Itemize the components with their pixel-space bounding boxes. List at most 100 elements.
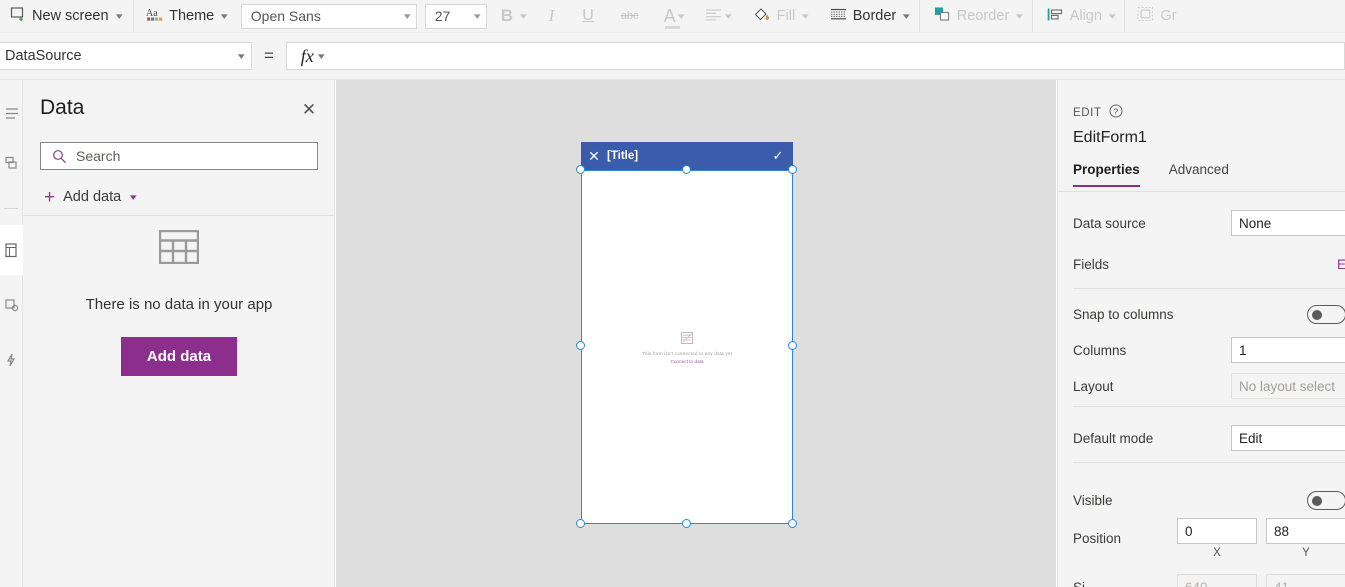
form-body[interactable]: This form isn't connected to any data ye…	[581, 170, 793, 524]
border-button[interactable]: Border ▾	[816, 0, 917, 33]
rail-item-flows[interactable]	[0, 335, 23, 385]
layout-label: Layout	[1073, 379, 1231, 394]
fill-button[interactable]: Fill ▾	[743, 0, 816, 33]
underline-button[interactable]: U	[568, 0, 608, 33]
strikethrough-icon: abc	[621, 10, 639, 22]
visible-label: Visible	[1073, 493, 1307, 508]
rail-item-media[interactable]	[0, 280, 23, 330]
size-height-input[interactable]: 41	[1266, 574, 1345, 587]
rail-item-data[interactable]	[0, 225, 23, 275]
resize-handle-bottom-center[interactable]	[682, 519, 691, 528]
data-panel: Data ✕ Search + Add data ▾ There is no d…	[23, 80, 335, 587]
text-align-button[interactable]: ▾	[693, 0, 743, 33]
form-title: [Title]	[607, 150, 763, 162]
form-placeholder-icon	[680, 331, 694, 348]
resize-handle-top-right[interactable]	[788, 165, 797, 174]
chevron-down-icon: ▾	[1109, 11, 1116, 22]
plus-icon: +	[44, 188, 55, 207]
toolbar-divider	[1124, 0, 1125, 33]
row-columns: Columns 1	[1073, 332, 1345, 368]
resize-handle-top-center[interactable]	[682, 165, 691, 174]
empty-message: There is no data in your app	[23, 296, 335, 313]
font-size-select[interactable]: 27 ▾	[425, 4, 487, 29]
app-canvas[interactable]: ✕ [Title] ✓ This form isn't connected to…	[336, 80, 1056, 587]
resize-handle-bottom-right[interactable]	[788, 519, 797, 528]
data-panel-divider	[23, 215, 335, 216]
bold-icon: B	[501, 6, 513, 26]
properties-tabs: Properties Advanced	[1073, 162, 1229, 187]
visible-toggle[interactable]	[1307, 491, 1345, 510]
main-toolbar: New screen ▾ Aa Theme ▾ Open Sans ▾ 27	[0, 0, 1345, 33]
italic-button[interactable]: I	[535, 0, 569, 33]
position-y-input[interactable]: 88	[1266, 518, 1345, 544]
property-select[interactable]: DataSource ▾	[0, 42, 252, 70]
help-icon[interactable]: ?	[1109, 104, 1123, 121]
media-icon	[5, 298, 19, 312]
row-fields: Fields E	[1073, 246, 1345, 282]
group-label: Gr	[1160, 8, 1176, 24]
position-y-sublabel: Y	[1266, 547, 1345, 559]
resize-handle-middle-left[interactable]	[576, 341, 585, 350]
align-button[interactable]: Align ▾	[1035, 0, 1123, 33]
strikethrough-button[interactable]: abc	[608, 0, 652, 33]
chevron-down-icon: ▾	[221, 11, 228, 22]
search-placeholder: Search	[76, 148, 120, 164]
default-mode-select[interactable]: Edit	[1231, 425, 1345, 451]
resize-handle-top-left[interactable]	[576, 165, 585, 174]
theme-button[interactable]: Aa Theme ▾	[136, 0, 237, 33]
position-x-input[interactable]: 0	[1177, 518, 1257, 544]
toolbar-divider	[919, 0, 920, 33]
new-screen-icon	[10, 6, 26, 26]
formula-input[interactable]	[337, 42, 1345, 70]
chevron-down-icon: ▾	[677, 11, 684, 22]
rail-item-tree-view[interactable]	[0, 88, 23, 138]
properties-section-label: EDIT ?	[1073, 104, 1123, 121]
chevron-down-icon: ▾	[115, 11, 122, 22]
close-icon[interactable]: ✕	[298, 99, 320, 121]
equals-sign: =	[252, 46, 286, 66]
group-button[interactable]: Gr	[1127, 0, 1184, 33]
font-family-select[interactable]: Open Sans ▾	[241, 4, 417, 29]
rail-item-insert[interactable]	[0, 138, 23, 188]
search-input[interactable]: Search	[40, 142, 318, 170]
add-data-button[interactable]: Add data	[121, 337, 237, 376]
underline-icon: U	[582, 7, 594, 25]
align-text-icon	[705, 8, 722, 25]
columns-input[interactable]: 1	[1231, 337, 1345, 363]
table-icon	[159, 230, 199, 264]
size-width-input[interactable]: 640	[1177, 574, 1257, 587]
form-cancel-icon[interactable]: ✕	[581, 148, 607, 165]
theme-icon: Aa	[146, 6, 163, 26]
tab-advanced[interactable]: Advanced	[1169, 162, 1229, 187]
form-submit-icon[interactable]: ✓	[763, 148, 793, 164]
font-size-value: 27	[435, 8, 451, 24]
insert-icon	[5, 156, 19, 170]
data-source-select[interactable]: None	[1231, 210, 1345, 236]
new-screen-button[interactable]: New screen ▾	[0, 0, 131, 33]
chevron-down-icon: ▾	[238, 51, 245, 62]
edit-form-control[interactable]: ✕ [Title] ✓ This form isn't connected to…	[581, 142, 793, 524]
reorder-button[interactable]: Reorder ▾	[922, 0, 1030, 33]
size-width-cell: 640	[1177, 574, 1257, 587]
connect-to-data-link[interactable]: Connect to data	[670, 359, 703, 364]
edit-fields-link[interactable]: E	[1337, 257, 1345, 272]
add-data-menu[interactable]: + Add data ▾	[38, 184, 142, 210]
columns-label: Columns	[1073, 343, 1231, 358]
row-snap-to-columns: Snap to columns	[1073, 296, 1345, 332]
reorder-icon	[934, 6, 951, 26]
rail-divider	[4, 208, 18, 209]
flows-icon	[6, 353, 18, 367]
row-visible: Visible	[1073, 482, 1345, 518]
font-color-button[interactable]: A ▾	[652, 0, 694, 33]
snap-to-columns-toggle[interactable]	[1307, 305, 1345, 324]
fx-button[interactable]: fx ▾	[286, 42, 337, 70]
resize-handle-bottom-left[interactable]	[576, 519, 585, 528]
search-icon	[52, 149, 67, 164]
tab-properties[interactable]: Properties	[1073, 162, 1140, 187]
fill-icon	[753, 6, 771, 27]
layout-select[interactable]: No layout select	[1231, 373, 1345, 399]
data-source-label: Data source	[1073, 216, 1231, 231]
chevron-down-icon: ▾	[802, 11, 809, 22]
bold-button[interactable]: B ▾	[487, 0, 535, 33]
resize-handle-middle-right[interactable]	[788, 341, 797, 350]
